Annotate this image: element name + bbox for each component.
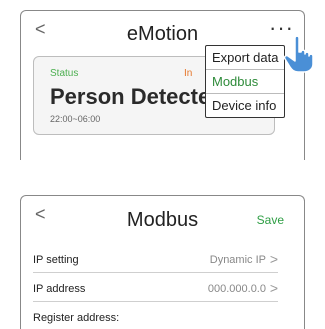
- status-label: Status: [50, 68, 79, 79]
- ip-setting-value: Dynamic IP: [209, 254, 266, 266]
- menu-item-device-info[interactable]: Device info: [206, 94, 284, 117]
- dropdown-menu: Export data Modbus Device info: [205, 45, 285, 118]
- chevron-right-icon: >: [269, 251, 278, 267]
- ip-address-value: 000.000.0.0: [207, 283, 266, 295]
- status-secondary-label: In: [184, 68, 193, 79]
- chevron-right-icon: >: [269, 280, 278, 296]
- tap-hand-icon: [283, 35, 314, 73]
- ip-setting-label: IP setting: [33, 254, 79, 266]
- ip-address-row[interactable]: IP address 000.000.0.0 >: [33, 279, 278, 302]
- modbus-screen: < Modbus Save IP setting Dynamic IP > IP…: [20, 195, 305, 329]
- menu-item-export-data[interactable]: Export data: [206, 46, 284, 70]
- save-button[interactable]: Save: [257, 213, 284, 227]
- status-schedule: 22:00~06:00: [50, 114, 101, 124]
- status-value: Person Detected: [50, 84, 224, 109]
- ip-address-label: IP address: [33, 283, 86, 295]
- register-address-label: Register address:: [33, 312, 120, 324]
- page-title: eMotion: [126, 23, 199, 45]
- menu-item-modbus[interactable]: Modbus: [206, 70, 284, 94]
- ip-setting-row[interactable]: IP setting Dynamic IP >: [33, 250, 278, 273]
